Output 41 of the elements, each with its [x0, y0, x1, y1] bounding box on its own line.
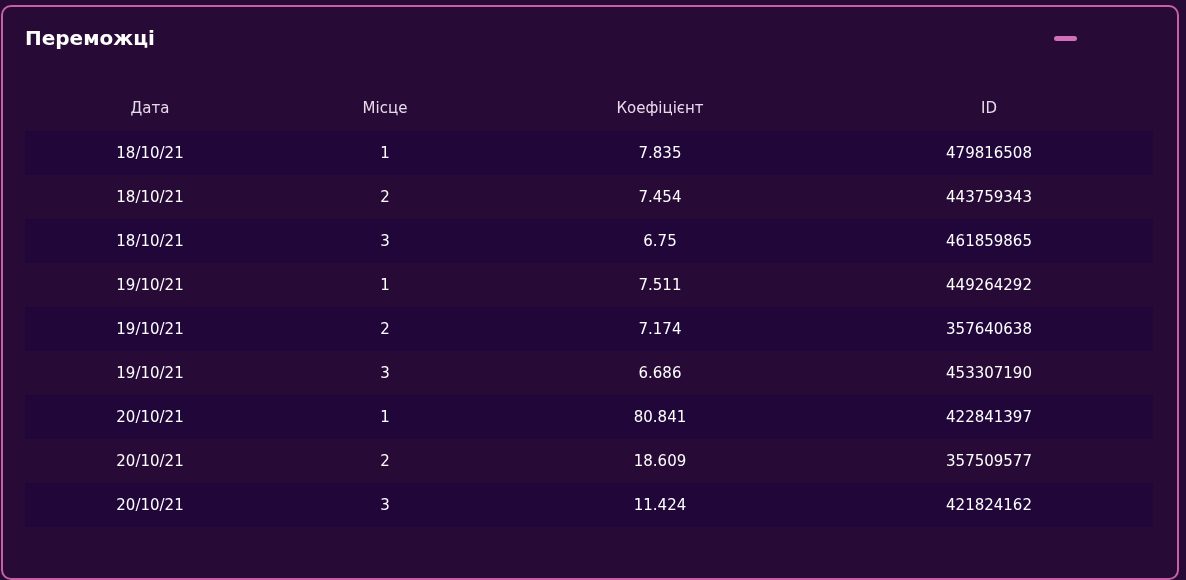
table-cell: 7.174 — [495, 307, 825, 351]
table-cell: 422841397 — [825, 395, 1153, 439]
column-header: Місце — [361, 98, 409, 119]
table-cell: 7.835 — [495, 131, 825, 175]
panel-title: Переможці — [25, 26, 155, 50]
table-cell-text: 357509577 — [945, 451, 1033, 472]
table-cell: 20/10/21 — [25, 395, 275, 439]
table-cell-text: 3 — [379, 363, 391, 384]
table-cell-text: 20/10/21 — [115, 451, 185, 472]
table-cell: 461859865 — [825, 219, 1153, 263]
table-cell: 80.841 — [495, 395, 825, 439]
table-cell-text: 6.686 — [637, 363, 683, 384]
table-cell-text: 18.609 — [632, 451, 688, 472]
table-cell: 20/10/21 — [25, 483, 275, 527]
table-cell: 3 — [275, 483, 495, 527]
table-cell-text: 19/10/21 — [115, 275, 185, 296]
table-cell: 18/10/21 — [25, 131, 275, 175]
table-cell: 1 — [275, 395, 495, 439]
table-cell-text: 7.511 — [637, 275, 683, 296]
table-cell-text: 453307190 — [945, 363, 1033, 384]
column-header: ID — [980, 98, 998, 119]
table-cell: 357640638 — [825, 307, 1153, 351]
table-cell: 6.75 — [495, 219, 825, 263]
table-cell-text: 18/10/21 — [115, 187, 185, 208]
table-cell-text: 2 — [379, 187, 391, 208]
table-cell: 479816508 — [825, 131, 1153, 175]
table-cell-text: 2 — [379, 451, 391, 472]
table-cell-text: 449264292 — [945, 275, 1033, 296]
column-header: Дата — [129, 98, 171, 119]
table-cell-text: 1 — [379, 275, 391, 296]
table-cell: 11.424 — [495, 483, 825, 527]
table-cell: 19/10/21 — [25, 307, 275, 351]
table-cell: 2 — [275, 307, 495, 351]
table-cell-text: 19/10/21 — [115, 363, 185, 384]
table-cell-text: 7.454 — [637, 187, 683, 208]
table-cell: 1 — [275, 131, 495, 175]
table-cell: 18/10/21 — [25, 219, 275, 263]
table-cell-text: 443759343 — [945, 187, 1033, 208]
table-cell: 3 — [275, 219, 495, 263]
table-cell: 421824162 — [825, 483, 1153, 527]
column-header: Коефіцієнт — [615, 98, 705, 119]
